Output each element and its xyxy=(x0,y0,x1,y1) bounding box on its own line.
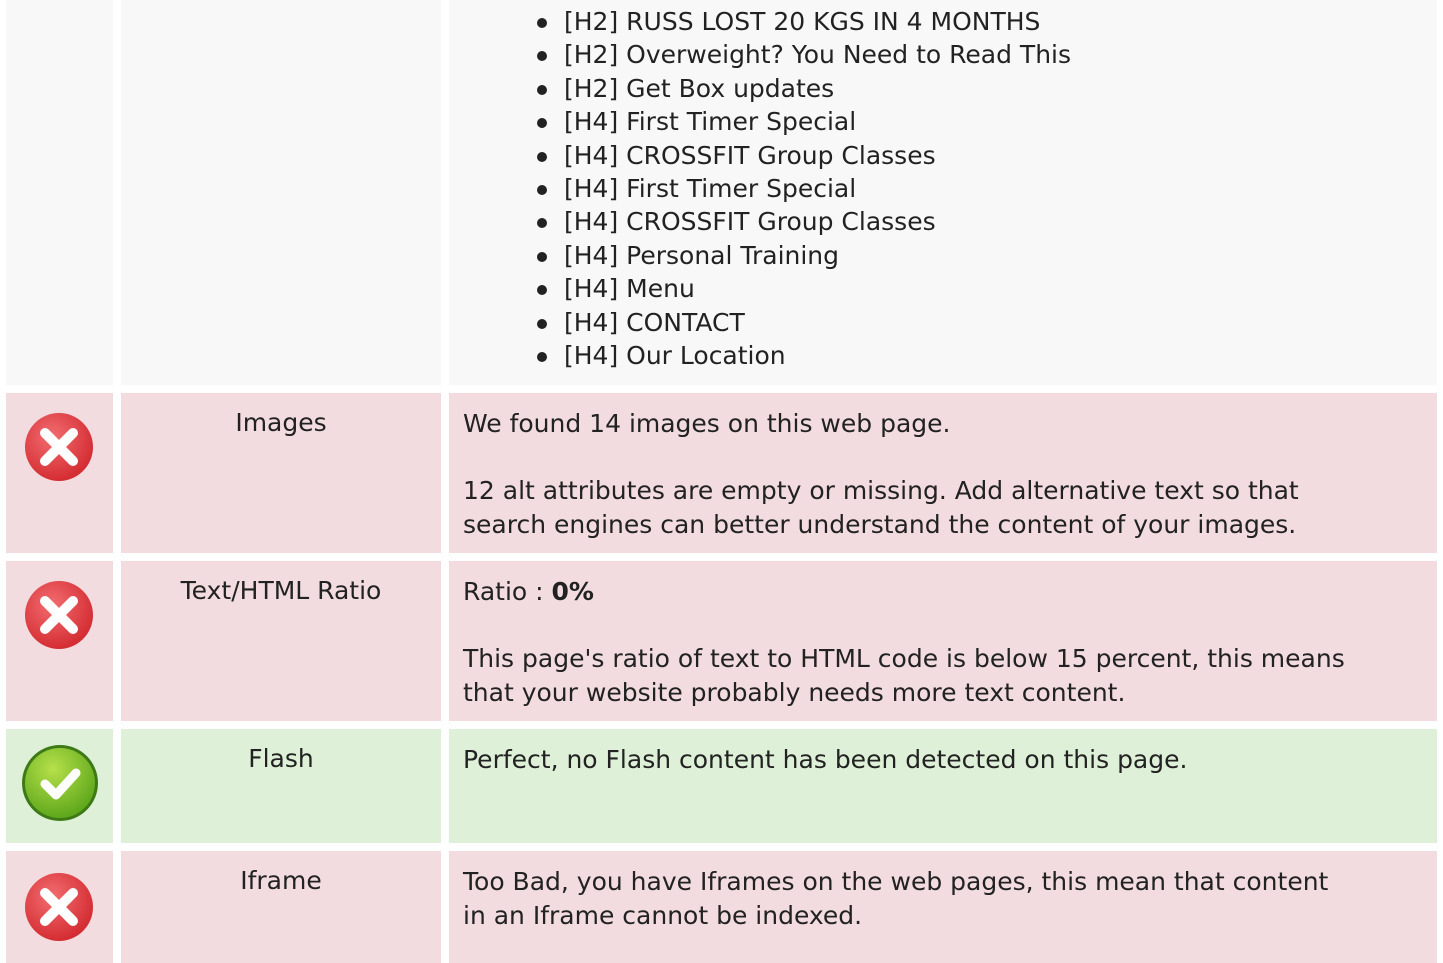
ratio-explanation-line2: that your website probably needs more te… xyxy=(463,677,1126,707)
ratio-explanation-line1: This page's ratio of text to HTML code i… xyxy=(463,644,1345,673)
heading-item: [H4] First Timer Special xyxy=(537,172,1071,205)
heading-item: [H4] Our Location xyxy=(537,339,1071,372)
images-alt-text-line2: search engines can better understand the… xyxy=(463,509,1297,539)
iframe-label: Iframe xyxy=(121,851,441,963)
headings-label-cell xyxy=(121,0,441,385)
images-row: Images We found 14 images on this web pa… xyxy=(0,393,1443,553)
ratio-label: Text/HTML Ratio xyxy=(121,561,441,721)
bullet-icon xyxy=(537,118,547,129)
heading-item: [H4] Menu xyxy=(537,272,1071,305)
images-label: Images xyxy=(121,393,441,553)
headings-content-cell: [H2] RUSS LOST 20 KGS IN 4 MONTHS [H2] O… xyxy=(449,0,1437,385)
bullet-icon xyxy=(537,251,547,262)
iframe-text-line2: in an Iframe cannot be indexed. xyxy=(463,900,863,930)
check-icon xyxy=(22,745,98,821)
iframe-row: Iframe Too Bad, you have Iframes on the … xyxy=(0,851,1443,963)
iframe-status-cell xyxy=(6,851,113,963)
iframe-text-line1: Too Bad, you have Iframes on the web pag… xyxy=(463,867,1329,896)
heading-item: [H2] Overweight? You Need to Read This xyxy=(537,38,1071,71)
ratio-content: Ratio : 0% This page's ratio of text to … xyxy=(449,561,1437,721)
flash-label: Flash xyxy=(121,729,441,843)
bullet-icon xyxy=(537,18,547,28)
images-status-cell xyxy=(6,393,113,553)
bullet-icon xyxy=(537,185,547,196)
error-icon xyxy=(25,581,93,649)
heading-item: [H4] CONTACT xyxy=(537,306,1071,339)
heading-item: [H4] Personal Training xyxy=(537,239,1071,272)
bullet-icon xyxy=(537,352,547,363)
images-count-text: We found 14 images on this web page. xyxy=(463,409,951,438)
images-content: We found 14 images on this web page. 12 … xyxy=(449,393,1437,553)
error-icon xyxy=(25,873,93,941)
headings-row: [H2] RUSS LOST 20 KGS IN 4 MONTHS [H2] O… xyxy=(0,0,1443,385)
flash-row: Flash Perfect, no Flash content has been… xyxy=(0,729,1443,843)
flash-text: Perfect, no Flash content has been detec… xyxy=(463,745,1188,774)
ratio-row: Text/HTML Ratio Ratio : 0% This page's r… xyxy=(0,561,1443,721)
heading-item: [H4] CROSSFIT Group Classes xyxy=(537,205,1071,238)
heading-item: [H4] CROSSFIT Group Classes xyxy=(537,139,1071,172)
heading-item: [H2] Get Box updates xyxy=(537,72,1071,105)
headings-icon-cell xyxy=(6,0,113,385)
bullet-icon xyxy=(537,218,547,229)
heading-item: [H2] RUSS LOST 20 KGS IN 4 MONTHS xyxy=(537,5,1071,38)
bullet-icon xyxy=(537,151,547,162)
flash-status-cell xyxy=(6,729,113,843)
bullet-icon xyxy=(537,51,547,62)
ratio-value-line: Ratio : 0% xyxy=(463,577,594,606)
heading-item: [H4] First Timer Special xyxy=(537,105,1071,138)
ratio-status-cell xyxy=(6,561,113,721)
bullet-icon xyxy=(537,318,547,329)
flash-content: Perfect, no Flash content has been detec… xyxy=(449,729,1437,843)
ratio-value: 0% xyxy=(551,577,594,606)
bullet-icon xyxy=(537,285,547,296)
iframe-content: Too Bad, you have Iframes on the web pag… xyxy=(449,851,1437,963)
bullet-icon xyxy=(537,84,547,95)
error-icon xyxy=(25,413,93,481)
headings-list: [H2] RUSS LOST 20 KGS IN 4 MONTHS [H2] O… xyxy=(537,5,1071,372)
images-alt-text-line1: 12 alt attributes are empty or missing. … xyxy=(463,476,1299,505)
